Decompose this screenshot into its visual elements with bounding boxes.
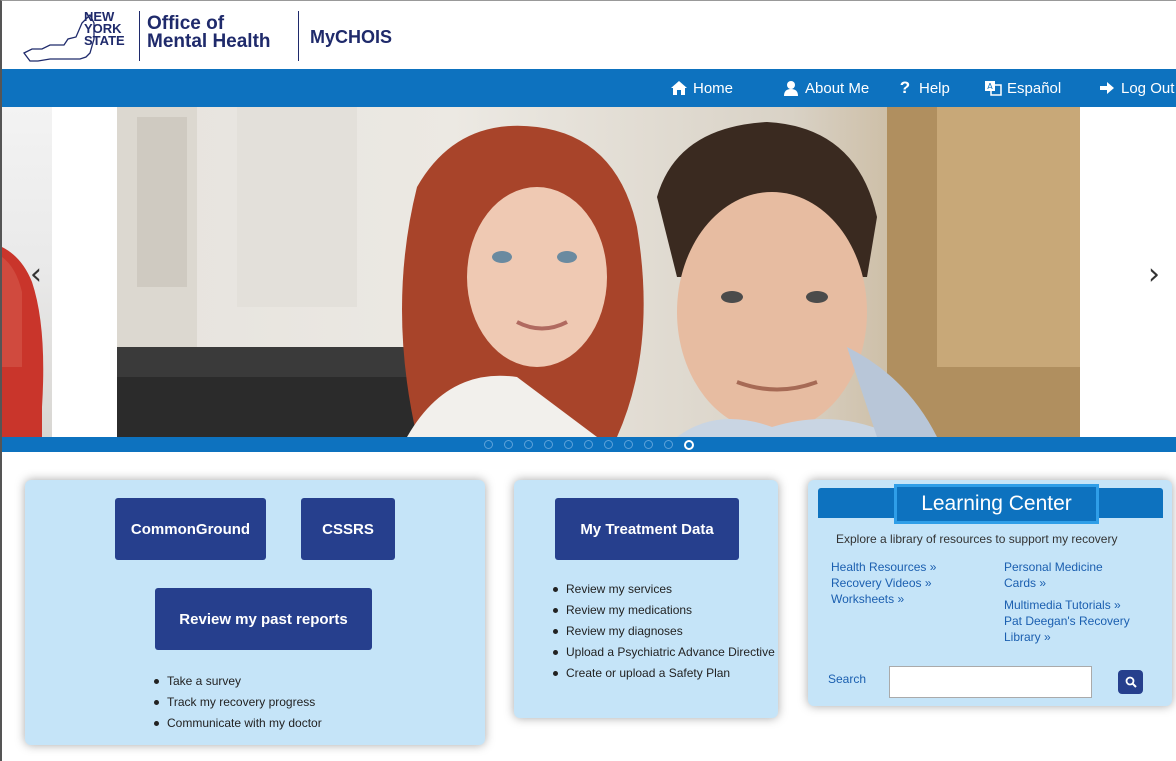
carousel-next-button[interactable]: › [1148,257,1160,292]
list-item: Review my medications [550,600,776,621]
recovery-videos-link[interactable]: Recovery Videos » [831,575,932,591]
carousel-dot[interactable] [624,440,633,449]
nav-log-out[interactable]: Log Out [1098,69,1174,107]
translate-icon: A [984,79,1002,97]
nav-label: Log Out [1121,79,1175,97]
carousel-dot[interactable] [644,440,653,449]
state-logo-text: NEW YORK STATE [84,9,125,48]
nav-label: Home [693,79,734,97]
question-icon: ? [899,78,911,97]
carousel-dot[interactable] [524,440,533,449]
carousel-dot-active[interactable] [684,439,694,450]
app-title: MyCHOIS [310,27,393,47]
nav-label: About Me [805,79,870,97]
header-divider [139,11,140,61]
learning-center-card: Learning Center Explore a library of res… [808,480,1172,706]
carousel-dot[interactable] [664,440,673,449]
list-item: Review my services [550,579,776,600]
treatment-feature-list: Review my services Review my medications… [550,579,776,684]
health-resources-link[interactable]: Health Resources » [831,559,936,575]
nav-about-me[interactable]: About Me [782,69,869,107]
agency-name: Office of Mental Health [147,13,271,52]
logout-icon [1098,79,1116,97]
carousel-indicators [2,437,1176,452]
home-icon [670,79,688,97]
svg-text:A: A [987,82,993,91]
slide-image [117,107,1080,437]
nav-label: Español [1007,79,1062,97]
list-item: Track my recovery progress [151,692,322,713]
worksheets-link[interactable]: Worksheets » [831,591,904,607]
review-past-reports-button[interactable]: Review my past reports [155,588,372,650]
nav-espanol[interactable]: A Español [984,69,1061,107]
list-item: Create or upload a Safety Plan [550,663,776,684]
commonground-button[interactable]: CommonGround [115,498,266,560]
previous-slide-preview [2,107,52,437]
search-icon [1125,676,1137,688]
search-label: Search [828,672,867,686]
carousel-dot[interactable] [584,440,593,449]
pat-deegan-library-link[interactable]: Pat Deegan's Recovery Library » [1004,613,1130,645]
my-treatment-data-button[interactable]: My Treatment Data [555,498,739,560]
list-item: Review my diagnoses [550,621,776,642]
learning-center-title[interactable]: Learning Center [894,484,1099,524]
list-item: Take a survey [151,671,322,692]
personal-medicine-cards-link[interactable]: Personal Medicine Cards » [1004,559,1103,591]
list-item: Upload a Psychiatric Advance Directive [550,644,776,661]
carousel-prev-button[interactable]: ‹ [30,257,42,292]
search-input[interactable] [889,666,1092,698]
nav-help[interactable]: ? Help [896,69,950,107]
multimedia-tutorials-link[interactable]: Multimedia Tutorials » [1004,597,1121,613]
carousel-dot[interactable] [484,440,493,449]
site-header: NEW YORK STATE Office of Mental Health M… [2,1,1176,69]
surveys-feature-list: Take a survey Track my recovery progress… [151,671,322,734]
hero-carousel: ‹ › [2,107,1176,452]
cssrs-button[interactable]: CSSRS [301,498,395,560]
treatment-card: My Treatment Data Review my services Rev… [514,480,778,718]
user-icon [782,79,800,97]
nav-home[interactable]: Home [670,69,733,107]
surveys-card: CommonGround CSSRS Review my past report… [25,480,485,745]
learning-center-header: Learning Center [818,484,1163,524]
list-item: Communicate with my doctor [151,713,322,734]
carousel-dot[interactable] [504,440,513,449]
carousel-dot[interactable] [544,440,553,449]
header-divider [298,11,299,61]
search-button[interactable] [1118,670,1143,694]
nav-label: Help [919,79,950,97]
learning-center-description: Explore a library of resources to suppor… [836,532,1118,546]
carousel-dot[interactable] [564,440,573,449]
top-nav: Home About Me ? Help A Español Log Out [2,69,1176,107]
carousel-dot[interactable] [604,440,613,449]
